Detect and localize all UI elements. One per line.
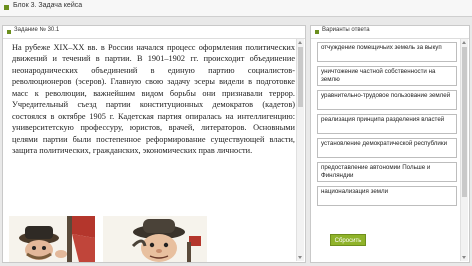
answer-option[interactable]: уравнительно-трудовое пользование землей bbox=[317, 90, 457, 110]
reset-button[interactable]: Сбросить bbox=[330, 234, 366, 246]
scroll-up-icon[interactable] bbox=[462, 41, 466, 44]
top-bar: Блок 3. Задача кейса bbox=[0, 0, 472, 17]
answers-scrollbar[interactable] bbox=[460, 39, 468, 261]
task-panel-header: Задание № 30.1 bbox=[3, 26, 305, 39]
answers-title: Варианты ответа bbox=[322, 27, 370, 33]
answer-options-list: отчуждение помещичьих земель за выкуп ун… bbox=[317, 42, 457, 206]
panel-marker-icon bbox=[7, 30, 11, 34]
panel-marker-icon bbox=[315, 30, 319, 34]
answer-option[interactable]: национализация земли bbox=[317, 186, 457, 206]
scroll-down-icon[interactable] bbox=[298, 256, 302, 259]
answer-option[interactable]: реализация принципа разделения властей bbox=[317, 114, 457, 134]
window-title: Блок 3. Задача кейса bbox=[13, 2, 83, 9]
task-scrollbar[interactable] bbox=[296, 39, 304, 261]
answer-option[interactable]: предоставление автономии Польше и Финлян… bbox=[317, 162, 457, 182]
answers-panel: Варианты ответа отчуждение помещичьих зе… bbox=[310, 25, 470, 263]
caricature-image-1 bbox=[9, 216, 95, 262]
caricature-figure-2-icon bbox=[103, 216, 207, 262]
answer-option[interactable]: уничтожение частной собственности на зем… bbox=[317, 66, 457, 86]
scroll-thumb[interactable] bbox=[298, 47, 303, 107]
answer-option[interactable]: отчуждение помещичьих земель за выкуп bbox=[317, 42, 457, 62]
task-title: Задание № 30.1 bbox=[14, 27, 60, 33]
scroll-thumb[interactable] bbox=[462, 47, 467, 197]
caricature-figure-1-icon bbox=[9, 216, 95, 262]
case-text: На рубеже XIX–XX вв. в России начался пр… bbox=[12, 43, 295, 156]
scroll-down-icon[interactable] bbox=[462, 256, 466, 259]
scroll-up-icon[interactable] bbox=[298, 41, 302, 44]
caricature-image-2 bbox=[103, 216, 207, 262]
answers-panel-header: Варианты ответа bbox=[311, 26, 469, 39]
task-panel: Задание № 30.1 На рубеже XIX–XX вв. в Ро… bbox=[2, 25, 306, 263]
block-marker-icon bbox=[4, 5, 9, 10]
answer-option[interactable]: установление демократической республики bbox=[317, 138, 457, 158]
